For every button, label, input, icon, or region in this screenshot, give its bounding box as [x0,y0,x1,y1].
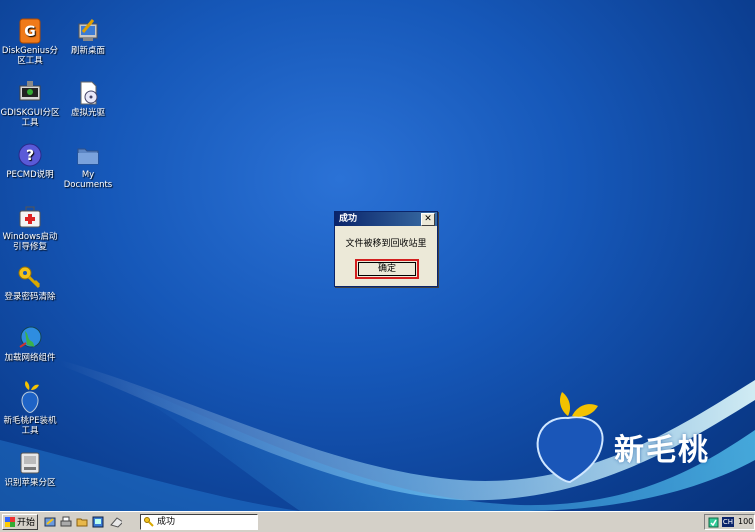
close-icon: ✕ [424,214,432,224]
quicklaunch-folder-icon[interactable] [76,516,88,528]
desktop-icon-apple-partition[interactable]: 识别苹果分区 [0,450,60,488]
key-icon [17,264,43,290]
dialog-ok-label: 确定 [358,262,416,276]
desktop-icon-virtual-drive[interactable]: 虚拟光驱 [58,80,118,118]
ime-indicator[interactable]: CH [722,517,734,527]
desktop-icon-password-clear[interactable]: 登录密码清除 [0,264,60,302]
desktop-icon-label: 加载网络组件 [4,353,56,363]
dialog-close-button[interactable]: ✕ [421,213,435,226]
key-icon [144,517,154,527]
desktop-icon-diskgenius[interactable]: G DiskGenius分区工具 [0,18,60,66]
refresh-desktop-icon [75,18,101,44]
folder-icon [75,142,101,168]
taskbar-task-success[interactable]: 成功 [140,514,258,530]
start-label: 开始 [17,518,36,528]
desktop-icon-pecmd-help[interactable]: ? PECMD说明 [0,142,60,180]
diskgenius-icon: G [17,18,43,44]
clock: 100 [738,517,754,526]
apple-disk-icon [17,450,43,476]
svg-text:?: ? [26,148,34,164]
system-tray: CH 100 [704,514,755,530]
desktop: G DiskGenius分区工具 刷新桌面 GDISKGUI分区工具 虚拟光驱 … [0,0,755,511]
network-globe-icon [17,325,43,351]
dialog-message: 文件被移到回收站里 [345,239,427,249]
virtual-drive-icon [75,80,101,106]
desktop-icon-pe-install[interactable]: 新毛桃PE装机工具 [0,378,60,436]
dialog-titlebar[interactable]: 成功 ✕ [335,212,437,226]
desktop-icon-label: Windows启动引导修复 [2,232,58,252]
desktop-icon-refresh-desktop[interactable]: 刷新桌面 [58,18,118,56]
desktop-icon-label: GDISKGUI分区工具 [0,108,60,128]
dialog-title: 成功 [339,214,358,224]
quicklaunch-eraser-icon[interactable] [110,516,122,528]
boot-repair-icon [17,204,43,230]
desktop-icon-label: 识别苹果分区 [4,478,56,488]
help-icon: ? [17,142,43,168]
pe-install-icon [17,378,43,414]
quicklaunch-tool-icon[interactable] [44,516,56,528]
desktop-icon-label: 刷新桌面 [70,46,105,56]
brand-peach-logo [536,392,604,483]
brand-name: 新毛桃 [614,433,710,468]
windows-logo-icon [5,517,15,527]
desktop-icon-label: 虚拟光驱 [70,108,105,118]
task-label: 成功 [157,517,176,527]
taskbar: 开始 成功 CH 100 [0,511,755,532]
dialog-ok-button[interactable]: 确定 [355,259,419,279]
start-button[interactable]: 开始 [2,514,38,530]
desktop-icon-label: 登录密码清除 [4,292,56,302]
gdisk-icon [17,80,43,106]
desktop-icon-label: 新毛桃PE装机工具 [3,416,57,436]
desktop-icon-my-documents[interactable]: My Documents [58,142,118,190]
quicklaunch-desktop-icon[interactable] [92,516,104,528]
desktop-icon-boot-repair[interactable]: Windows启动引导修复 [0,204,60,252]
success-dialog: 成功 ✕ 文件被移到回收站里 确定 [334,211,438,287]
desktop-icon-label: My Documents [63,170,113,190]
desktop-icon-label: DiskGenius分区工具 [1,46,59,66]
quicklaunch-printer-icon[interactable] [60,516,72,528]
desktop-icon-network[interactable]: 加载网络组件 [0,325,60,363]
svg-text:G: G [24,24,36,40]
tray-network-icon[interactable] [708,517,719,528]
desktop-icon-label: PECMD说明 [6,170,54,180]
desktop-icon-gdiskgui[interactable]: GDISKGUI分区工具 [0,80,60,128]
